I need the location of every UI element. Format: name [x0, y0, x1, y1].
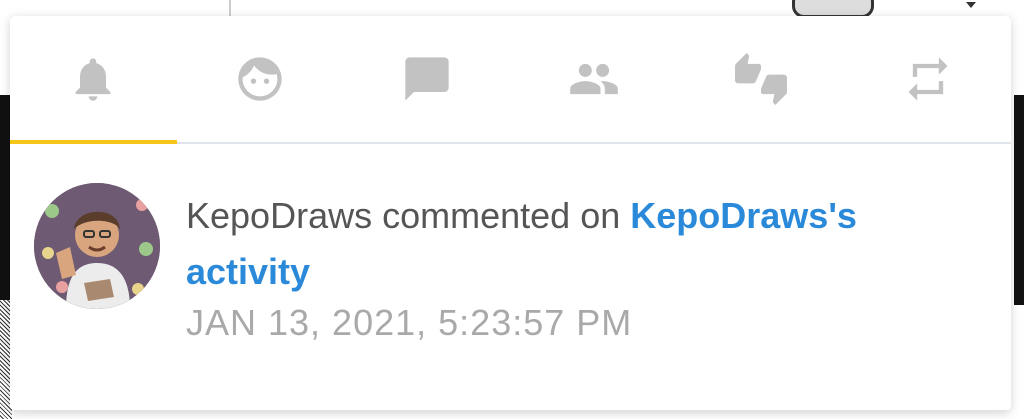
actor-name: KepoDraws — [186, 195, 373, 236]
tab-all-notifications[interactable] — [10, 16, 177, 144]
target-owner: KepoDraws's — [630, 195, 857, 236]
tab-mentions[interactable] — [177, 16, 344, 142]
notification-timestamp: JAN 13, 2021, 5:23:57 PM — [186, 302, 633, 343]
notification-tabs — [10, 16, 1011, 144]
people-icon — [570, 63, 618, 95]
chat-bubble-icon — [405, 57, 449, 101]
background-divider — [229, 0, 231, 16]
tab-reposts[interactable] — [844, 16, 1011, 142]
dropdown-caret-icon — [966, 2, 976, 8]
thumbs-up-down-icon — [734, 53, 787, 105]
tab-comments[interactable] — [344, 16, 511, 142]
bell-icon — [76, 58, 111, 101]
tab-follows[interactable] — [510, 16, 677, 142]
background-page-strip-right — [1014, 95, 1024, 305]
avatar-illustration — [34, 183, 160, 309]
notifications-popup: KepoDraws commented on KepoDraws's activ… — [10, 16, 1011, 411]
target-type: activity — [186, 251, 311, 292]
notification-message: KepoDraws commented on KepoDraws's activ… — [186, 188, 986, 300]
avatar[interactable] — [34, 183, 160, 309]
tab-likes[interactable] — [677, 16, 844, 142]
action-text: commented on — [382, 195, 621, 236]
face-icon — [238, 57, 282, 101]
notification-item[interactable]: KepoDraws commented on KepoDraws's activ… — [10, 144, 1011, 411]
repeat-icon — [908, 57, 948, 101]
